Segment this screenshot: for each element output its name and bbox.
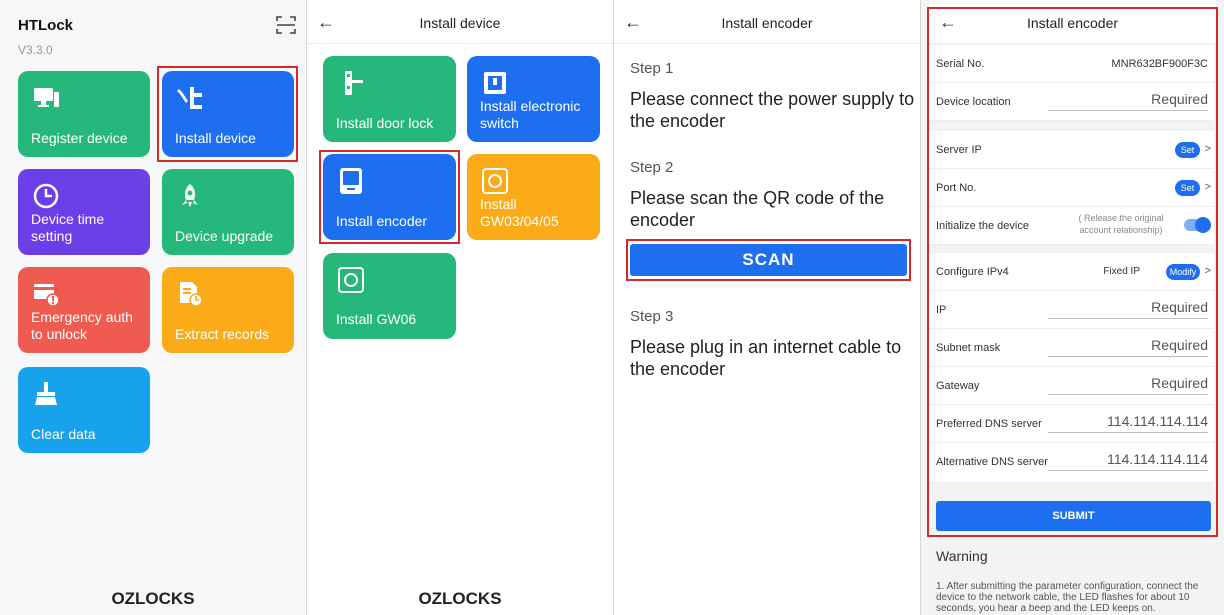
install-encoder-steps-screen: ← Install encoder Step 1 Please connect … bbox=[614, 0, 920, 615]
switch-icon bbox=[484, 72, 506, 94]
app-version: V3.3.0 bbox=[18, 43, 53, 57]
clock-icon bbox=[33, 183, 59, 209]
extract-records-icon bbox=[180, 282, 203, 307]
home-screen: HTLock V3.3.0 Register device Install de… bbox=[0, 0, 306, 615]
install-gw03-tile[interactable]: Install GW03/04/05 bbox=[467, 154, 600, 240]
warning-title: Warning bbox=[936, 548, 988, 564]
step2-label: Step 2 bbox=[630, 159, 674, 176]
header: ← Install device bbox=[307, 0, 613, 44]
install-encoder-form-screen: ← Install encoder Serial No. MNR632BF900… bbox=[921, 0, 1224, 615]
scan-icon[interactable] bbox=[275, 14, 297, 36]
tile-label: Install GW03/04/05 bbox=[480, 196, 559, 229]
step3-label: Step 3 bbox=[630, 308, 674, 325]
brand-footer: OZLOCKS bbox=[111, 589, 195, 608]
clear-data-tile[interactable]: Clear data bbox=[18, 367, 150, 453]
gateway-icon bbox=[338, 267, 364, 293]
step1-text-line1: Please connect the power supply to bbox=[630, 89, 915, 109]
install-device-screen: ← Install device Install door lock Insta… bbox=[307, 0, 613, 615]
tile-label: Install electronic switch bbox=[480, 98, 581, 131]
emergency-unlock-icon bbox=[34, 284, 60, 307]
step2-text-line2: encoder bbox=[630, 210, 696, 230]
highlight-box bbox=[927, 7, 1218, 537]
tile-label: Device upgrade bbox=[175, 228, 274, 244]
door-lock-icon bbox=[345, 71, 363, 95]
extract-records-tile[interactable]: Extract records bbox=[162, 267, 294, 353]
broom-icon bbox=[35, 382, 57, 405]
tile-label: Install door lock bbox=[336, 115, 434, 131]
warning-text: 1. After submitting the parameter config… bbox=[936, 581, 1199, 614]
step1-text-line2: the encoder bbox=[630, 111, 726, 131]
tile-label: Clear data bbox=[31, 426, 96, 442]
device-time-setting-tile[interactable]: Device time setting bbox=[18, 169, 150, 255]
tile-label: Install GW06 bbox=[336, 311, 417, 327]
brand-footer: OZLOCKS bbox=[418, 589, 502, 608]
rocket-icon bbox=[182, 184, 198, 207]
page-title: Install encoder bbox=[721, 15, 813, 31]
highlight-box bbox=[626, 239, 911, 281]
device-upgrade-tile[interactable]: Device upgrade bbox=[162, 169, 294, 255]
highlight-box bbox=[319, 150, 460, 244]
install-electronic-switch-tile[interactable]: Install electronic switch bbox=[467, 56, 600, 142]
gateway-icon bbox=[482, 168, 508, 194]
tile-label: Extract records bbox=[175, 326, 270, 342]
page-title: Install device bbox=[419, 15, 501, 31]
step3-text-line2: the encoder bbox=[630, 359, 726, 379]
tile-label: Emergency auth to unlock bbox=[31, 309, 133, 342]
emergency-unlock-tile[interactable]: Emergency auth to unlock bbox=[18, 267, 150, 353]
app-title: HTLock bbox=[18, 17, 74, 34]
register-device-tile[interactable]: Register device bbox=[18, 71, 150, 157]
header: ← Install encoder bbox=[614, 0, 920, 44]
step1-label: Step 1 bbox=[630, 60, 674, 77]
tile-label: Device time setting bbox=[31, 211, 105, 244]
install-gw06-tile[interactable]: Install GW06 bbox=[323, 253, 456, 339]
install-door-lock-tile[interactable]: Install door lock bbox=[323, 56, 456, 142]
highlight-box bbox=[157, 66, 298, 162]
step2-text-line1: Please scan the QR code of the bbox=[630, 188, 885, 208]
step3-text-line1: Please plug in an internet cable to bbox=[630, 337, 902, 357]
computer-icon bbox=[34, 88, 59, 107]
tile-label: Register device bbox=[31, 130, 128, 146]
